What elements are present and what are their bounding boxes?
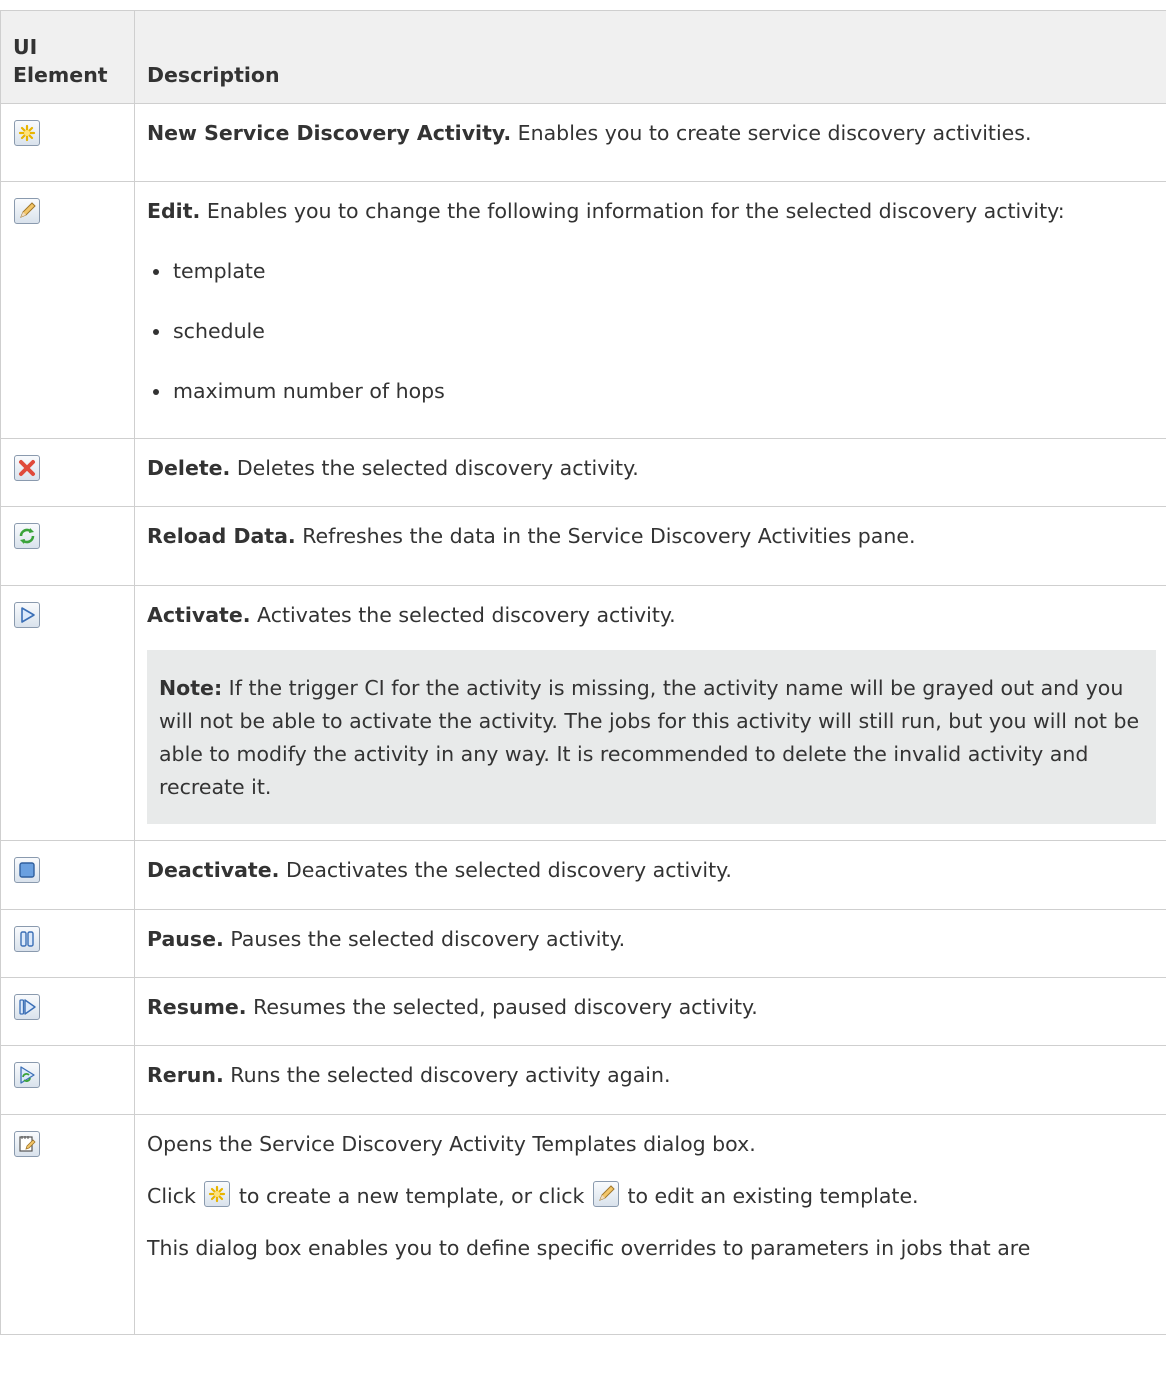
table-header-row: UI Element Description <box>0 10 1166 104</box>
pause-icon <box>14 926 40 952</box>
row-title: Reload Data. <box>147 524 296 548</box>
pencil-edit-icon <box>14 198 40 224</box>
row-text: Deletes the selected discovery activity. <box>230 456 639 480</box>
table-row: Delete. Deletes the selected discovery a… <box>0 438 1166 507</box>
reload-icon <box>14 523 40 549</box>
ui-elements-table: UI Element Description New Service Disco… <box>0 10 1166 1335</box>
row-text: Opens the Service Discovery Activity Tem… <box>147 1132 756 1156</box>
row-title: Activate. <box>147 603 251 627</box>
new-star-icon[interactable] <box>204 1181 231 1207</box>
row-text: Refreshes the data in the Service Discov… <box>295 524 916 548</box>
dialog-description: This dialog box enables you to define sp… <box>147 1236 1031 1260</box>
header-ui-element: UI Element <box>0 10 135 104</box>
row-title: Pause. <box>147 927 224 951</box>
stop-icon <box>14 857 40 883</box>
row-title: Rerun. <box>147 1063 224 1087</box>
list-item: schedule <box>153 318 1156 344</box>
row-text: Deactivates the selected discovery activ… <box>279 858 732 882</box>
list-item: template <box>153 258 1156 284</box>
new-star-icon <box>14 120 40 146</box>
row-title: Delete. <box>147 456 231 480</box>
row-title: New Service Discovery Activity. <box>147 121 512 145</box>
pencil-edit-icon[interactable] <box>592 1181 619 1207</box>
table-row: Resume. Resumes the selected, paused dis… <box>0 977 1166 1046</box>
row-text: Activates the selected discovery activit… <box>250 603 676 627</box>
table-row: Rerun. Runs the selected discovery activ… <box>0 1045 1166 1115</box>
row-text: Runs the selected discovery activity aga… <box>223 1063 671 1087</box>
table-row: New Service Discovery Activity. Enables … <box>0 103 1166 182</box>
header-description: Description <box>134 10 1166 104</box>
row-title: Resume. <box>147 995 247 1019</box>
list-item: maximum number of hops <box>153 378 1156 404</box>
row-text: Pauses the selected discovery activity. <box>223 927 626 951</box>
templates-icon <box>14 1131 40 1157</box>
table-row: Activate. Activates the selected discove… <box>0 585 1166 841</box>
delete-x-icon <box>14 455 40 481</box>
row-text: Resumes the selected, paused discovery a… <box>246 995 758 1019</box>
row-text: Enables you to create service discovery … <box>511 121 1032 145</box>
table-row: Deactivate. Deactivates the selected dis… <box>0 840 1166 910</box>
table-row: Reload Data. Refreshes the data in the S… <box>0 506 1166 586</box>
table-row: Edit. Enables you to change the followin… <box>0 181 1166 439</box>
edit-options-list: template schedule maximum number of hops <box>147 258 1156 404</box>
click-instructions: Click to create a new template, or click… <box>147 1181 1156 1209</box>
play-icon <box>14 602 40 628</box>
row-title: Edit. <box>147 199 201 223</box>
rerun-icon <box>14 1062 40 1088</box>
table-row: Opens the Service Discovery Activity Tem… <box>0 1114 1166 1335</box>
row-title: Deactivate. <box>147 858 280 882</box>
table-row: Pause. Pauses the selected discovery act… <box>0 909 1166 978</box>
row-text: Enables you to change the following info… <box>200 199 1065 223</box>
resume-icon <box>14 994 40 1020</box>
note-box: Note: If the trigger CI for the activity… <box>147 650 1156 824</box>
note-label: Note: <box>159 676 223 700</box>
note-text: If the trigger CI for the activity is mi… <box>159 676 1140 799</box>
